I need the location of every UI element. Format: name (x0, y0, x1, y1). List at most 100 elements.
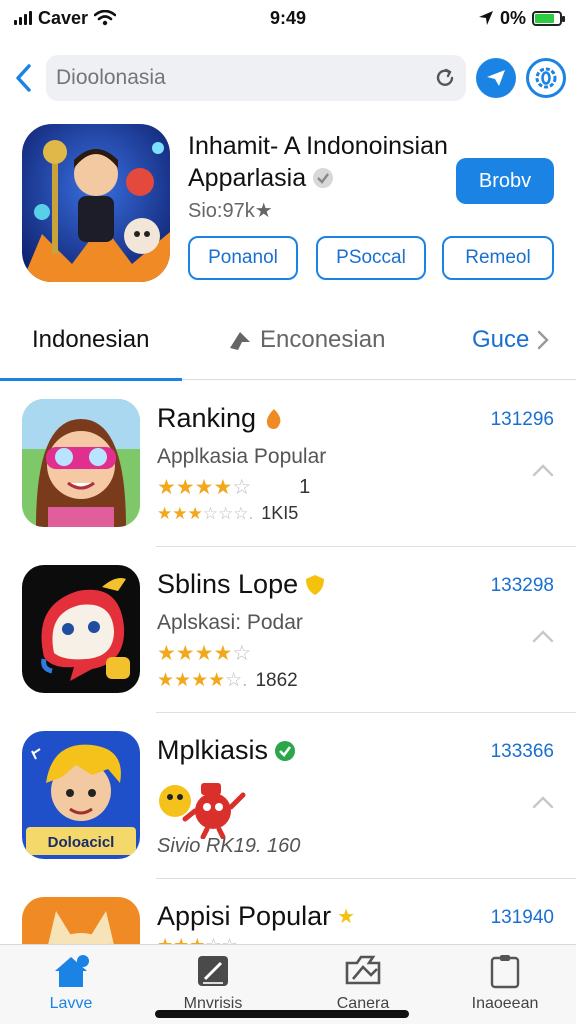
app-icon[interactable] (22, 124, 170, 282)
clipboard-icon (490, 955, 520, 989)
carrier-name: Caver (38, 7, 89, 28)
location-icon (478, 11, 493, 25)
row-title: Sblins Lope (157, 569, 326, 600)
download-count: 1KI5 (261, 503, 299, 523)
rating-row-2: ★★★☆☆☆. 1KI5 (157, 503, 298, 524)
tab-indonesian-label: Indonesian (32, 326, 150, 353)
tab-enconesian-label: Enconesian (260, 326, 386, 353)
chevron-right-icon (538, 330, 550, 350)
row-subtitle: Applkasia Popular (157, 445, 327, 468)
mascot-stickers (157, 777, 249, 844)
pill-button-3[interactable]: Remeol (442, 236, 554, 280)
app-icon (22, 897, 140, 945)
app-icon (22, 565, 140, 693)
list-item[interactable]: Sblins Lope Aplskasi: Podar ★★★★☆ ★★★★☆.… (0, 547, 576, 713)
download-count: 1862 (255, 669, 298, 691)
app-icon: Doloacicl (22, 731, 140, 859)
star-rating: ★★★★☆ (157, 642, 252, 665)
status-right: 0% (372, 7, 565, 29)
icon-label-text: Doloacicl (48, 834, 115, 851)
chevron-up-icon[interactable] (532, 629, 554, 643)
cat-avatar-icon (22, 897, 140, 945)
rating-count: 1 (299, 476, 311, 498)
download-count: Sivio RK19. 160 (157, 835, 301, 857)
battery-fill (535, 13, 555, 23)
app-title-line2-wrap: Apparlasia (188, 162, 448, 194)
tab-indonesian[interactable]: Indonesian (32, 326, 149, 354)
share-button[interactable] (476, 58, 516, 98)
verified-icon (313, 168, 334, 188)
chevron-left-icon (16, 64, 31, 92)
camera-icon (345, 955, 381, 985)
girl-avatar-icon (22, 399, 140, 527)
star-badge-icon: ★ (337, 906, 356, 928)
list-item[interactable]: Ranking Applkasia Popular ★★★★☆ 1 ★★★☆☆☆… (0, 381, 576, 547)
app-header: Inhamit- A Indonoinsian Apparlasia Sio:9… (0, 124, 576, 294)
tab-more[interactable]: Guce (472, 326, 550, 354)
row-title: Mplkiasis (157, 735, 296, 766)
row-number: 133366 (490, 741, 554, 762)
row-number: 133298 (490, 575, 554, 596)
flame-badge-icon (266, 408, 281, 429)
ghost-logo-icon (22, 565, 140, 693)
app-size: Sio:97k★ (188, 200, 273, 222)
rating-row-2: Sivio RK19. 160 (157, 835, 300, 858)
tab-bar-home[interactable]: Lavve (16, 953, 126, 1013)
battery-percent: 0% (499, 7, 526, 28)
list-item[interactable]: Doloacicl Mplkiasis Sivio RK19. 160 1333… (0, 713, 576, 879)
tab-bar-edit[interactable]: Mnvrisis (158, 953, 268, 1013)
home-icon (55, 955, 89, 987)
tab-bar-clipboard[interactable]: Inaoeean (450, 953, 560, 1013)
row-subtitle: Aplskasi: Podar (157, 611, 303, 634)
pill-button-1[interactable]: Ponanol (188, 236, 298, 280)
chevron-up-icon[interactable] (532, 795, 554, 809)
status-time: 9:49 (269, 7, 307, 28)
rating-row-1: ★★★★☆ 1 (157, 475, 310, 500)
search-input[interactable] (56, 66, 434, 90)
row-number: 131296 (490, 409, 554, 430)
chevron-up-icon[interactable] (532, 463, 554, 477)
shield-badge-icon (306, 574, 325, 595)
mascot-icon (159, 783, 246, 840)
status-bar: Caver 9:49 0% (0, 0, 576, 36)
gear-icon (535, 67, 557, 89)
tab-bar-label: Lavve (49, 995, 93, 1012)
row-title-text: Ranking (157, 403, 257, 433)
back-button[interactable] (10, 58, 36, 98)
list-item[interactable]: Appisi Popular ★ ★★★☆☆ 131940 (0, 879, 576, 945)
star-rating: ★★★★☆. (157, 670, 248, 691)
check-badge-icon (275, 740, 296, 761)
tab-more-label: Guce (472, 326, 530, 353)
get-button[interactable]: Brobv (456, 158, 554, 204)
row-title-text: Appisi Popular (157, 901, 332, 931)
app-title-line2: Apparlasia (188, 164, 307, 192)
boy-avatar-icon: Doloacicl (22, 731, 140, 859)
app-title-line1: Inhamit- A Indonoinsian (188, 132, 448, 160)
signal-icon (14, 11, 32, 25)
send-icon (487, 70, 505, 86)
search-row (0, 52, 576, 104)
refresh-icon[interactable] (434, 67, 456, 89)
segment-tabs: Indonesian Enconesian Guce (0, 312, 576, 381)
app-icon (22, 399, 140, 527)
tab-enconesian[interactable]: Enconesian (228, 326, 385, 354)
pill-button-2[interactable]: PSoccal (316, 236, 426, 280)
row-number: 131940 (490, 907, 554, 928)
settings-button[interactable] (526, 58, 566, 98)
row-title: Appisi Popular ★ (157, 901, 355, 932)
rating-row-1: ★★★★☆ (157, 641, 251, 666)
rating-row-2: ★★★★☆. 1862 (157, 669, 298, 692)
tab-bar-camera[interactable]: Canera (308, 953, 418, 1013)
star-rating: ★★★☆☆☆. (157, 503, 254, 523)
music-icon (230, 332, 250, 350)
tab-bar-label: Inaoeean (471, 995, 539, 1012)
app-title: Inhamit- A Indonoinsian Apparlasia (188, 130, 448, 194)
search-box[interactable] (46, 55, 466, 101)
star-rating: ★★★★☆ (157, 476, 252, 499)
app-artwork-icon (22, 124, 170, 282)
status-left: Caver (14, 8, 204, 29)
row-title-text: Sblins Lope (157, 569, 299, 599)
row-title-text: Mplkiasis (157, 735, 269, 765)
row-title: Ranking (157, 403, 286, 434)
battery-icon (532, 10, 565, 26)
